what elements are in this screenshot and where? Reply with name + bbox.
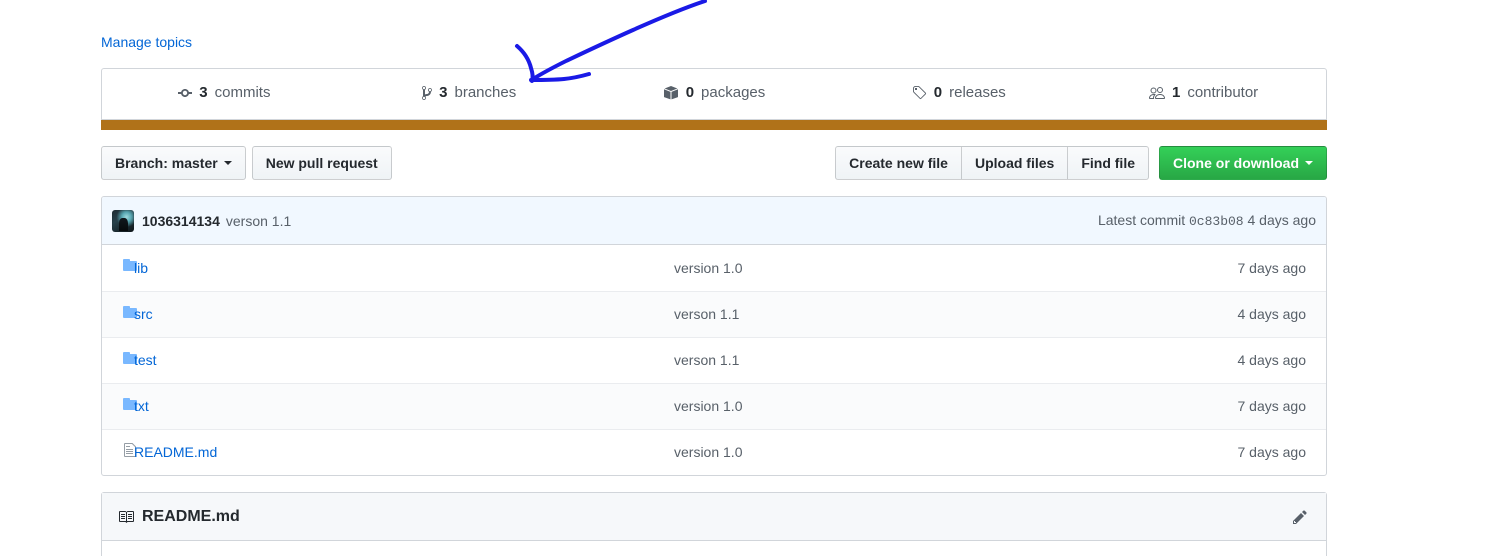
commit-icon xyxy=(178,85,193,101)
packages-label: packages xyxy=(701,84,766,101)
table-row: lib version 1.0 7 days ago xyxy=(102,245,1326,291)
find-file-button[interactable]: Find file xyxy=(1068,146,1149,180)
package-icon xyxy=(663,85,679,101)
releases-label: releases xyxy=(949,84,1006,101)
readme-header: README.md xyxy=(102,493,1326,541)
summary-item-contributors: 1 contributor xyxy=(1081,69,1326,119)
file-commit-age: 7 days ago xyxy=(1237,444,1307,461)
table-row: README.md version 1.0 7 days ago xyxy=(102,429,1326,475)
repository-page: Manage topics 3 commits 3 branches 0 pac… xyxy=(0,0,1497,556)
tag-icon xyxy=(912,85,927,101)
file-name-link[interactable]: lib xyxy=(134,260,148,276)
summary-item-branches: 3 branches xyxy=(347,69,592,119)
releases-link[interactable]: 0 releases xyxy=(912,83,1006,103)
commits-label: commits xyxy=(214,84,271,101)
readme-container: README.md xyxy=(101,492,1327,556)
file-list-container: 1036314134 verson 1.1 Latest commit 0c83… xyxy=(101,196,1327,476)
latest-commit-meta: Latest commit 0c83b08 4 days ago xyxy=(1098,210,1316,232)
avatar[interactable] xyxy=(112,209,134,232)
file-commit-message[interactable]: version 1.0 xyxy=(674,260,742,276)
readme-title: README.md xyxy=(142,507,240,525)
language-segment-java[interactable] xyxy=(101,120,1327,130)
summary-item-commits: 3 commits xyxy=(102,69,347,119)
clone-or-download-label: Clone or download xyxy=(1173,155,1299,171)
book-icon xyxy=(118,509,134,525)
table-row: src verson 1.1 4 days ago xyxy=(102,291,1326,337)
table-row: txt version 1.0 7 days ago xyxy=(102,383,1326,429)
readme-body xyxy=(102,541,1326,556)
branch-icon xyxy=(422,85,433,101)
file-commit-message[interactable]: version 1.0 xyxy=(674,398,742,414)
file-commit-message[interactable]: version 1.0 xyxy=(674,444,742,460)
create-new-file-button[interactable]: Create new file xyxy=(835,146,962,180)
file-name-link[interactable]: README.md xyxy=(134,444,217,460)
releases-count: 0 xyxy=(933,84,943,101)
chevron-down-icon xyxy=(1305,161,1313,165)
commit-message-link[interactable]: verson 1.1 xyxy=(226,211,291,231)
branches-link[interactable]: 3 branches xyxy=(422,83,516,103)
file-name-link[interactable]: txt xyxy=(134,398,149,414)
numbers-summary-list: 3 commits 3 branches 0 packages 0 releas… xyxy=(102,69,1326,119)
file-actions-group: Create new file Upload files Find file C… xyxy=(835,146,1327,180)
file-commit-message[interactable]: verson 1.1 xyxy=(674,352,739,368)
file-name-link[interactable]: test xyxy=(134,352,157,368)
file-commit-age: 7 days ago xyxy=(1237,259,1307,276)
contributors-icon xyxy=(1148,85,1165,101)
file-name-link[interactable]: src xyxy=(134,306,153,322)
new-pull-request-button[interactable]: New pull request xyxy=(251,146,392,180)
file-commit-message[interactable]: verson 1.1 xyxy=(674,306,739,322)
branch-select-label: Branch: master xyxy=(115,155,218,171)
file-commit-age: 4 days ago xyxy=(1237,306,1307,322)
branches-count: 3 xyxy=(439,84,448,101)
file-button-group: Create new file Upload files Find file xyxy=(835,146,1149,180)
repo-content-container: Manage topics 3 commits 3 branches 0 pac… xyxy=(101,0,1327,556)
language-bar xyxy=(101,120,1327,130)
file-commit-age: 4 days ago xyxy=(1237,352,1307,368)
commit-sha-link[interactable]: 0c83b08 xyxy=(1189,214,1244,229)
summary-item-packages: 0 packages xyxy=(592,69,837,119)
packages-link[interactable]: 0 packages xyxy=(663,83,766,103)
contributors-label: contributor xyxy=(1187,84,1259,101)
chevron-down-icon xyxy=(223,161,232,165)
branches-label: branches xyxy=(454,84,517,101)
contributors-count: 1 xyxy=(1171,84,1181,101)
clone-or-download-button[interactable]: Clone or download xyxy=(1159,146,1327,180)
latest-commit-label: Latest commit xyxy=(1097,211,1186,228)
table-row: test verson 1.1 4 days ago xyxy=(102,337,1326,383)
files-table: lib version 1.0 7 days ago src verson 1.1 4 d… xyxy=(102,245,1326,475)
packages-count: 0 xyxy=(685,84,695,101)
file-commit-age: 7 days ago xyxy=(1237,398,1307,414)
upload-files-button[interactable]: Upload files xyxy=(961,146,1069,180)
contributors-link[interactable]: 1 contributor xyxy=(1148,83,1259,103)
latest-commit-header: 1036314134 verson 1.1 Latest commit 0c83… xyxy=(102,197,1326,245)
repository-summary-bar: 3 commits 3 branches 0 packages 0 releas… xyxy=(101,68,1327,120)
branch-select-button[interactable]: Branch: master xyxy=(101,146,246,180)
latest-commit-age: 4 days ago xyxy=(1247,211,1317,228)
commits-count: 3 xyxy=(199,84,208,101)
commits-link[interactable]: 3 commits xyxy=(178,83,270,103)
commit-author-link[interactable]: 1036314134 xyxy=(142,211,220,231)
manage-topics-link[interactable]: Manage topics xyxy=(101,32,192,52)
summary-item-releases: 0 releases xyxy=(836,69,1081,119)
file-navigation-toolbar: Branch: master New pull request Create n… xyxy=(101,146,1327,180)
pencil-icon[interactable] xyxy=(1288,504,1314,530)
